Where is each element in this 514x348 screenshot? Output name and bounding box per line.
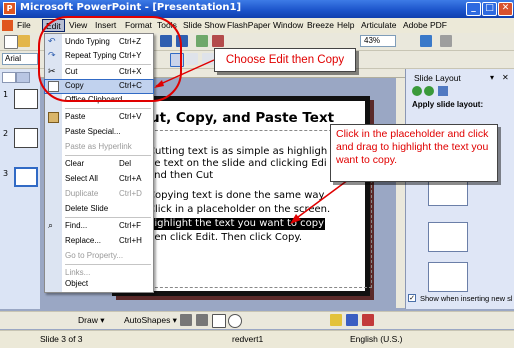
toolbar-options-icon[interactable]: [440, 35, 452, 47]
slide-number-2: 2: [3, 129, 9, 138]
close-button[interactable]: ✕: [498, 2, 513, 16]
paste-icon: [48, 112, 59, 123]
back-icon[interactable]: [412, 86, 422, 96]
layout-thumbnail-title-text[interactable]: [428, 222, 468, 252]
document-icon[interactable]: [2, 20, 13, 31]
callout-pointer-arrow: [154, 59, 215, 88]
language-status: English (U.S.): [350, 334, 403, 344]
restore-button[interactable]: □: [482, 2, 497, 16]
zoom-combo[interactable]: 43%: [360, 35, 396, 47]
slide-thumbnail-2[interactable]: [14, 128, 38, 148]
slides-tab[interactable]: [16, 72, 30, 83]
menu-item-paste-as-hyperlink[interactable]: Paste as Hyperlink: [45, 141, 153, 154]
task-pane-close-icon[interactable]: ✕: [502, 73, 509, 82]
slides-pane: 1 2 3: [0, 69, 41, 309]
menu-file[interactable]: File: [14, 19, 34, 32]
status-bar: Slide 3 of 3 redvert1 English (U.S.): [0, 330, 514, 348]
callout-highlight-text: Click in the placeholder and click and d…: [330, 124, 498, 182]
menu-item-delete-slide[interactable]: Delete Slide: [45, 203, 153, 216]
body-line-3: and then Cut: [148, 170, 214, 181]
callout-edit-copy: Choose Edit then Copy: [214, 48, 356, 72]
menu-breeze[interactable]: Breeze: [304, 19, 337, 32]
menu-item-paste[interactable]: Paste Ctrl+V: [45, 111, 153, 124]
home-icon[interactable]: [438, 86, 448, 96]
task-pane-title: Slide Layout: [414, 73, 461, 83]
menu-separator: [65, 108, 151, 109]
design-name-status: redvert1: [232, 334, 264, 344]
slide-position-status: Slide 3 of 3: [40, 334, 83, 344]
menu-item-paste-special[interactable]: Paste Special...: [45, 126, 153, 139]
menu-item-find[interactable]: ⌕ Find... Ctrl+F: [45, 220, 153, 233]
menu-item-go-to-property[interactable]: Go to Property...: [45, 250, 153, 263]
slide-number-1: 1: [3, 90, 9, 99]
menu-item-clear[interactable]: Clear Del: [45, 158, 153, 171]
minimize-button[interactable]: _: [466, 2, 481, 16]
menu-window[interactable]: Window: [270, 19, 306, 32]
chart-icon[interactable]: [196, 35, 208, 47]
menu-articulate[interactable]: Articulate: [358, 19, 399, 32]
slide-thumbnail-1[interactable]: [14, 89, 38, 109]
open-icon[interactable]: [18, 35, 30, 47]
vertical-scrollbar[interactable]: [396, 78, 405, 308]
powerpoint-app-icon[interactable]: P: [3, 2, 16, 15]
body-line-2: he text on the slide and clicking Edi: [148, 158, 327, 169]
line-color-icon[interactable]: [346, 314, 358, 326]
font-color-icon[interactable]: [362, 314, 374, 326]
menu-slide-show[interactable]: Slide Show: [180, 19, 229, 32]
slide-number-3: 3: [3, 169, 9, 178]
menu-item-replace[interactable]: Replace... Ctrl+H: [45, 235, 153, 248]
window-title: Microsoft PowerPoint - [Presentation1]: [20, 2, 242, 13]
show-when-inserting-label: Show when inserting new slides: [420, 294, 512, 303]
font-name-combo[interactable]: Arial: [2, 53, 38, 65]
menu-separator: [65, 155, 151, 156]
menu-separator: [65, 217, 151, 218]
task-pane-dropdown-icon[interactable]: ▾: [490, 73, 494, 82]
highlight-pointer-arrow: [290, 179, 349, 224]
oval-icon[interactable]: [228, 314, 242, 328]
fill-color-icon[interactable]: [330, 314, 342, 326]
slide-thumbnail-3[interactable]: [14, 167, 38, 187]
menu-separator: [65, 264, 151, 265]
find-icon: ⌕: [48, 221, 54, 231]
show-when-inserting-checkbox[interactable]: ✓: [408, 294, 416, 302]
menu-flashpaper[interactable]: FlashPaper: [224, 19, 273, 32]
line-icon[interactable]: [180, 314, 192, 326]
menu-item-duplicate[interactable]: Duplicate Ctrl+D: [45, 188, 153, 201]
new-icon[interactable]: [4, 35, 18, 49]
apply-layout-label: Apply slide layout:: [412, 100, 484, 109]
autoshapes-menu-button[interactable]: AutoShapes ▾: [124, 315, 177, 326]
help-icon[interactable]: [420, 35, 432, 47]
menu-item-select-all[interactable]: Select All Ctrl+A: [45, 173, 153, 186]
menu-item-object[interactable]: Object: [45, 278, 153, 291]
layout-thumbnail-two-column[interactable]: [428, 262, 468, 292]
body-line-7: hen click Edit. Then click Copy.: [148, 232, 303, 243]
arrow-icon[interactable]: [196, 314, 208, 326]
draw-menu-button[interactable]: Draw ▾: [78, 315, 104, 326]
menu-help[interactable]: Help: [334, 19, 357, 32]
menu-adobe-pdf[interactable]: Adobe PDF: [400, 19, 450, 32]
slide-title[interactable]: ut, Copy, and Paste Text: [150, 110, 334, 126]
forward-icon[interactable]: [424, 86, 434, 96]
drawing-toolbar: Draw ▾ AutoShapes ▾: [0, 311, 514, 329]
outline-tab[interactable]: [2, 72, 16, 83]
table-icon[interactable]: [212, 35, 224, 47]
body-line-1: Cutting text is as simple as highligh: [148, 146, 328, 157]
rectangle-icon[interactable]: [212, 314, 226, 328]
